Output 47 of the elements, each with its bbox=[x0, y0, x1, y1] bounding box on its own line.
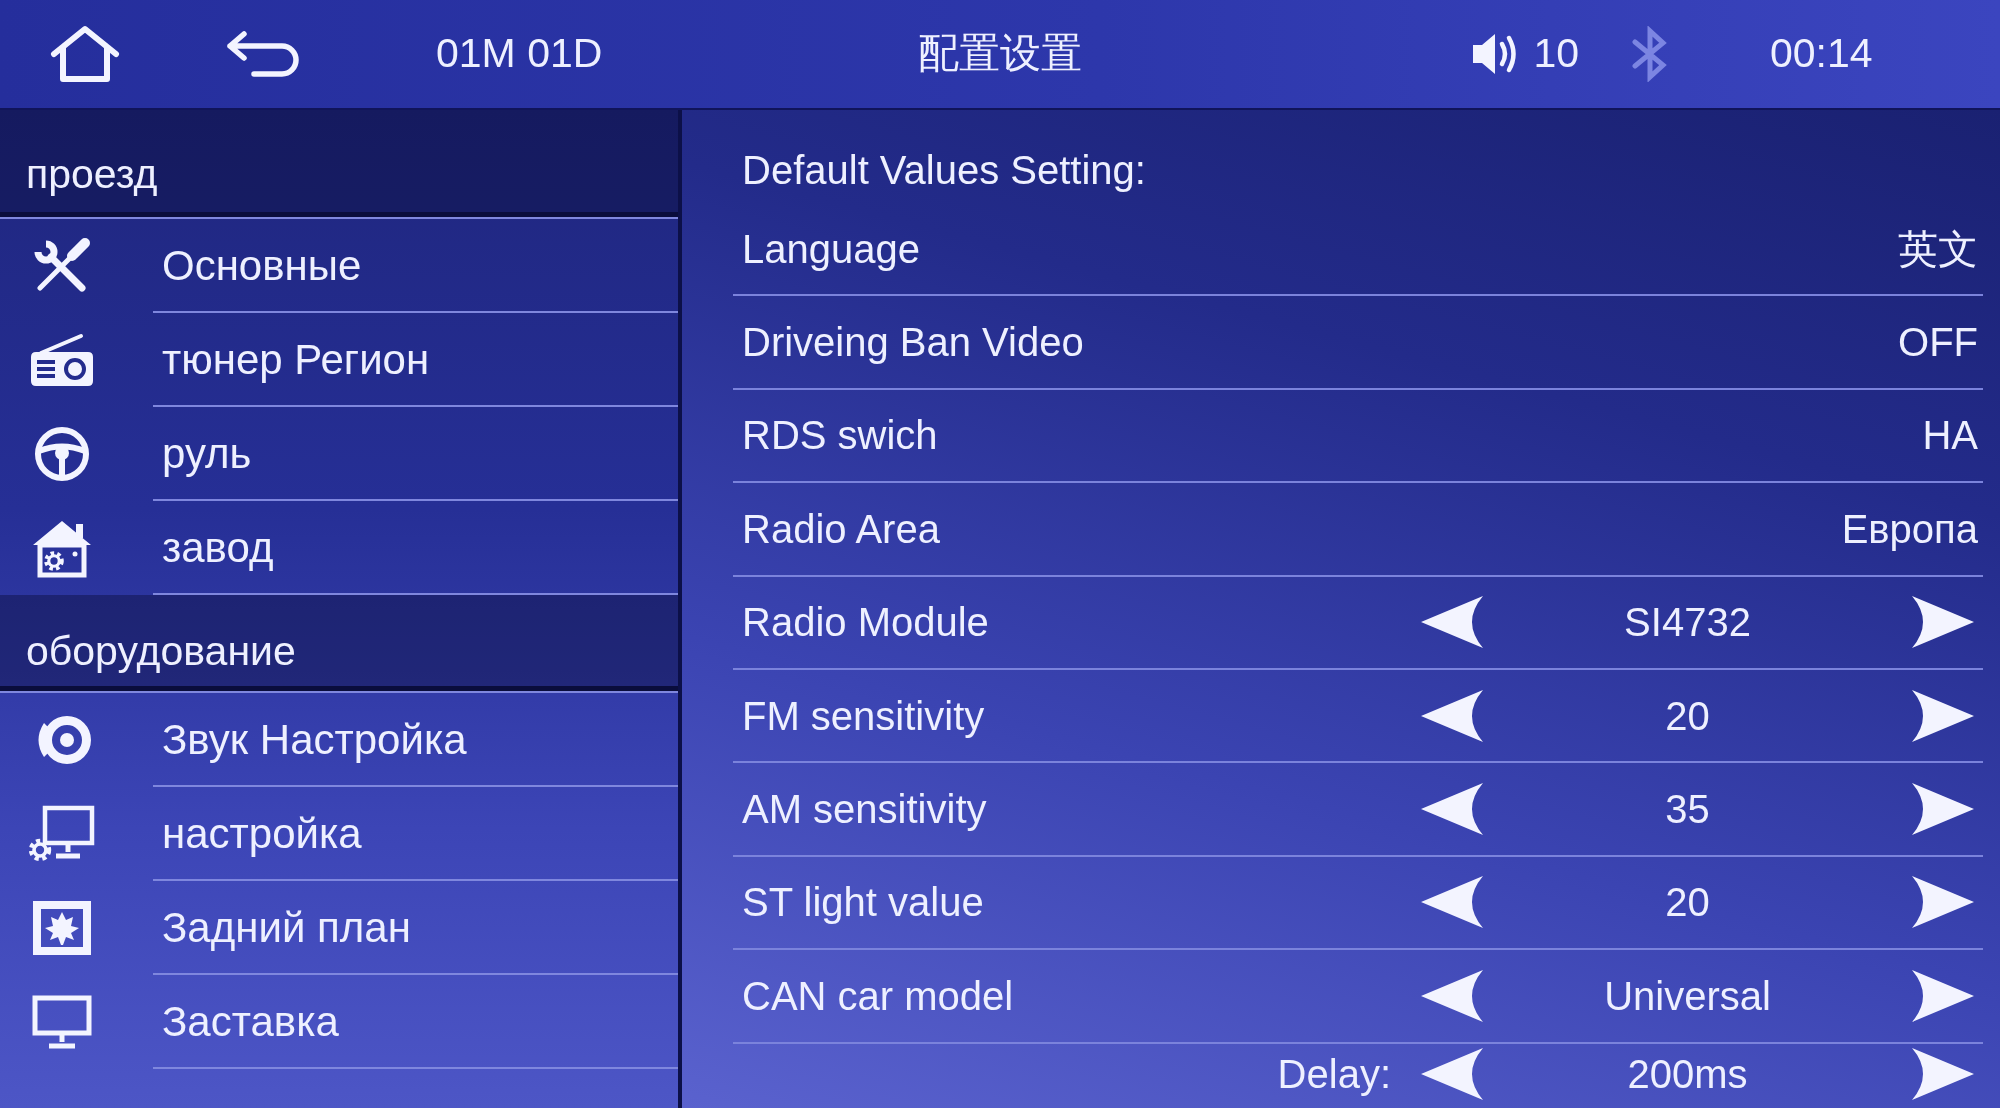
left-arrow-icon[interactable] bbox=[1421, 689, 1483, 742]
steering-wheel-icon bbox=[33, 426, 91, 482]
setting-value[interactable]: Европа bbox=[1841, 505, 1978, 552]
setting-label: RDS swich bbox=[741, 412, 938, 459]
setting-value[interactable]: 英文 bbox=[1898, 225, 1978, 272]
stepper-value: 20 bbox=[1665, 692, 1710, 739]
return-arrow-icon[interactable] bbox=[224, 30, 302, 78]
left-arrow-icon[interactable] bbox=[1421, 969, 1483, 1022]
setting-label: Radio Module bbox=[741, 599, 989, 646]
right-arrow-icon[interactable] bbox=[1912, 969, 1974, 1022]
left-arrow-icon[interactable] bbox=[1421, 596, 1483, 649]
setting-value[interactable]: OFF bbox=[1898, 319, 1978, 366]
clock-time: 00:14 bbox=[1770, 30, 1873, 78]
wrench-screwdriver-icon bbox=[32, 238, 92, 294]
screen-title: 配置设置 bbox=[918, 30, 1082, 78]
stepper-value: 20 bbox=[1665, 879, 1710, 926]
stepper-value: 200ms bbox=[1627, 1050, 1748, 1097]
section-title: Default Values Setting: bbox=[741, 147, 1147, 194]
setting-value[interactable]: HA bbox=[1922, 412, 1978, 459]
right-arrow-icon[interactable] bbox=[1912, 783, 1974, 836]
left-arrow-icon[interactable] bbox=[1421, 783, 1483, 836]
stepper-value: Universal bbox=[1604, 972, 1771, 1019]
section-header: оборудование bbox=[0, 595, 678, 691]
monitor-icon bbox=[32, 995, 92, 1049]
right-arrow-icon[interactable] bbox=[1912, 876, 1974, 929]
setting-label: Radio Area bbox=[741, 505, 940, 552]
stepper-value: SI4732 bbox=[1624, 599, 1751, 646]
monitor-gear-icon bbox=[29, 805, 95, 863]
setting-label: CAN car model bbox=[741, 972, 1014, 1019]
setting-label: FM sensitivity bbox=[741, 692, 985, 739]
right-arrow-icon[interactable] bbox=[1912, 689, 1974, 742]
setting-label: Language bbox=[741, 225, 920, 272]
section-header: проезд bbox=[0, 110, 678, 217]
left-arrow-icon[interactable] bbox=[1421, 876, 1483, 929]
stepper-value: 35 bbox=[1665, 786, 1710, 833]
date-label: 01M 01D bbox=[436, 30, 603, 78]
left-arrow-icon[interactable] bbox=[1421, 1047, 1483, 1100]
framed-star-icon bbox=[31, 899, 93, 957]
right-arrow-icon[interactable] bbox=[1912, 1047, 1974, 1100]
setting-label: Delay: bbox=[1277, 1050, 1391, 1097]
setting-label: ST light value bbox=[741, 879, 984, 926]
house-gear-icon bbox=[31, 518, 93, 578]
home-icon[interactable] bbox=[49, 25, 121, 83]
setting-label: AM sensitivity bbox=[741, 786, 987, 833]
setting-label: Driveing Ban Video bbox=[741, 319, 1084, 366]
right-arrow-icon[interactable] bbox=[1912, 596, 1974, 649]
volume-level: 10 bbox=[1533, 30, 1579, 78]
